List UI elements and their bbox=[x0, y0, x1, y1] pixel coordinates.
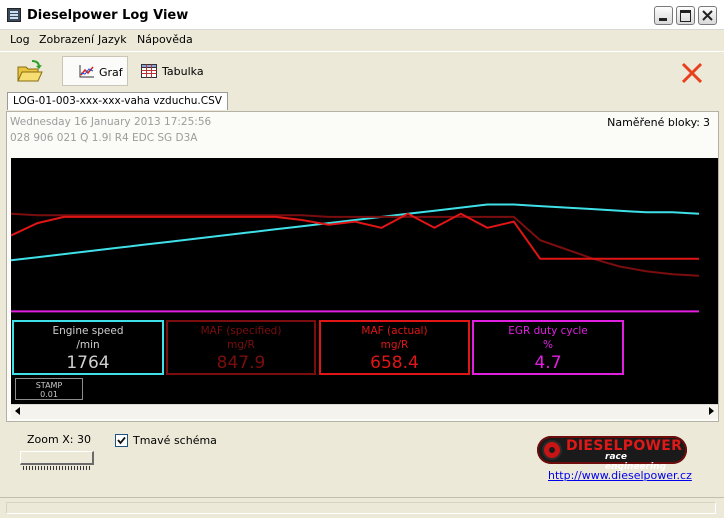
measured-blocks-label: Naměřené bloky: bbox=[607, 116, 700, 129]
measured-blocks-value: 3 bbox=[703, 116, 710, 129]
table-icon bbox=[141, 64, 157, 78]
gauge-value: 4.7 bbox=[534, 353, 562, 373]
scroll-left-arrow-icon[interactable] bbox=[15, 407, 20, 415]
folder-open-icon bbox=[17, 60, 43, 82]
dieselpower-logo: DIESELPOWER race engineering bbox=[537, 436, 687, 472]
menu-napoveda[interactable]: Nápověda bbox=[137, 33, 193, 46]
gauge-maf-specified: MAF (specified) mg/R 847.9 bbox=[166, 320, 316, 375]
table-view-button[interactable]: Tabulka bbox=[138, 56, 208, 86]
graph-view-label: Graf bbox=[99, 66, 123, 79]
gauge-value: 1764 bbox=[66, 353, 110, 373]
gauge-value: 847.9 bbox=[216, 353, 266, 373]
close-window-button[interactable] bbox=[698, 6, 717, 25]
graph-view-button[interactable]: Graf bbox=[62, 56, 128, 86]
horizontal-scrollbar[interactable] bbox=[11, 404, 718, 419]
gauge-value: 658.4 bbox=[370, 353, 419, 373]
close-icon bbox=[681, 62, 703, 84]
measured-blocks: Naměřené bloky: 3 bbox=[604, 116, 710, 129]
dark-scheme-checkbox[interactable] bbox=[115, 434, 128, 447]
stamp-box: STAMP 0.01 bbox=[15, 378, 83, 400]
checkmark-icon bbox=[117, 436, 126, 445]
gauge-name: Engine speed bbox=[52, 325, 124, 337]
gauge-name: EGR duty cycle bbox=[508, 325, 588, 337]
title-bar: Dieselpower Log View bbox=[0, 0, 724, 30]
gauge-unit: /min bbox=[76, 339, 100, 351]
turbo-icon bbox=[542, 440, 562, 460]
table-view-label: Tabulka bbox=[162, 65, 204, 78]
minimize-button[interactable] bbox=[654, 6, 673, 25]
app-icon bbox=[7, 8, 21, 22]
dark-scheme-label[interactable]: Tmavé schéma bbox=[133, 434, 217, 447]
gauge-maf-actual: MAF (actual) mg/R 658.4 bbox=[319, 320, 470, 375]
zoom-slider-thumb[interactable] bbox=[20, 451, 94, 465]
stamp-value: 0.01 bbox=[40, 390, 58, 399]
close-icon bbox=[702, 10, 713, 21]
gauge-engine-speed: Engine speed /min 1764 bbox=[12, 320, 164, 375]
series-line-0 bbox=[11, 203, 700, 262]
log-date: Wednesday 16 January 2013 17:25:56 bbox=[10, 116, 212, 128]
gauge-unit: mg/R bbox=[380, 339, 409, 351]
ecu-info: 028 906 021 Q 1.9l R4 EDC SG D3A bbox=[10, 132, 198, 144]
toolbar: Graf Tabulka bbox=[0, 51, 724, 92]
close-log-button[interactable] bbox=[680, 62, 704, 84]
status-panel bbox=[6, 502, 716, 514]
tab-log-file[interactable]: LOG-01-003-xxx-xxx-vaha vzduchu.CSV bbox=[7, 92, 228, 110]
stamp-label: STAMP bbox=[35, 381, 63, 390]
series-line-1 bbox=[11, 212, 700, 277]
gauge-unit: mg/R bbox=[227, 339, 255, 351]
scroll-right-arrow-icon[interactable] bbox=[709, 407, 714, 415]
chart-icon bbox=[79, 65, 94, 78]
menu-jazyk[interactable]: Jazyk bbox=[98, 33, 127, 46]
window-title: Dieselpower Log View bbox=[27, 8, 189, 23]
menu-log[interactable]: Log bbox=[10, 33, 30, 46]
gauge-name: MAF (actual) bbox=[361, 325, 428, 337]
open-folder-button[interactable] bbox=[16, 59, 44, 85]
gauge-egr-duty-cycle: EGR duty cycle % 4.7 bbox=[472, 320, 624, 375]
menu-bar: Log Zobrazení Jazyk Nápověda bbox=[0, 30, 724, 50]
menu-zobrazeni[interactable]: Zobrazení bbox=[39, 33, 94, 46]
zoom-slider-ticks bbox=[23, 466, 91, 470]
status-bar bbox=[0, 497, 724, 518]
maximize-button[interactable] bbox=[676, 6, 695, 25]
zoom-slider[interactable] bbox=[20, 451, 94, 471]
website-link[interactable]: http://www.dieselpower.cz bbox=[548, 469, 692, 482]
zoom-label: Zoom X: 30 bbox=[27, 433, 91, 446]
gauge-name: MAF (specified) bbox=[200, 325, 282, 337]
gauge-unit: % bbox=[543, 339, 553, 351]
